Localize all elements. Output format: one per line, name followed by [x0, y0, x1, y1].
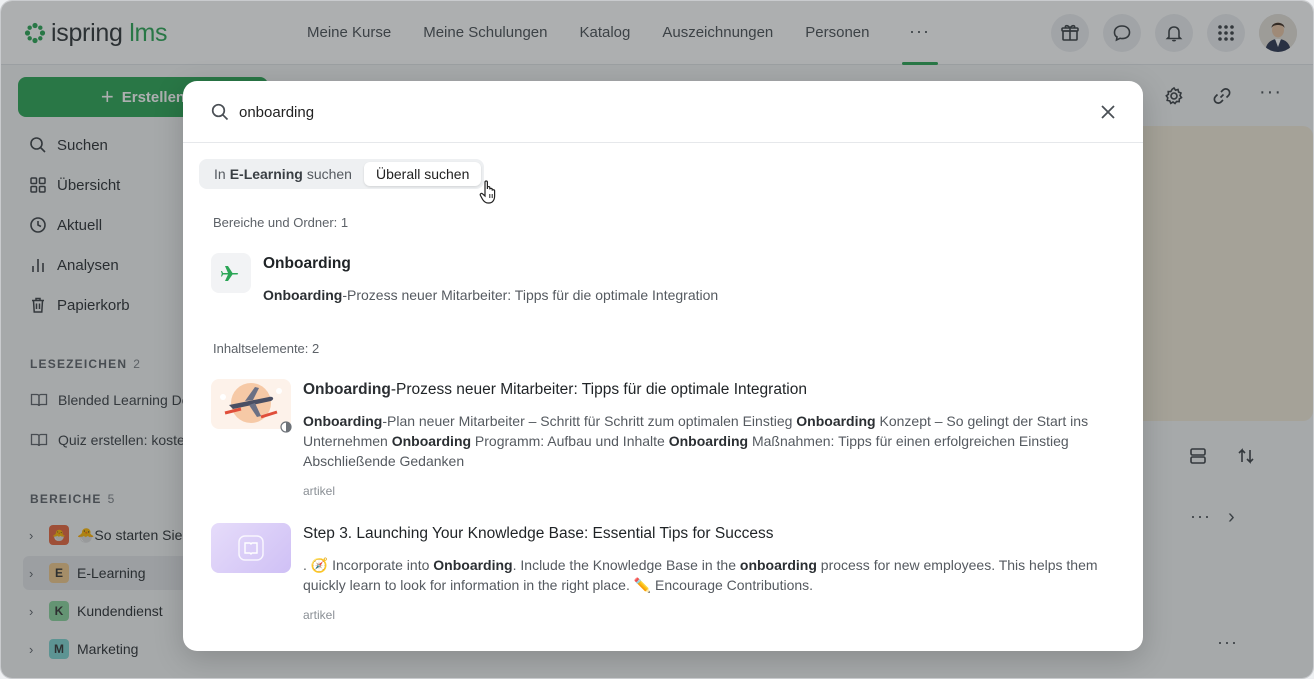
content-section-label: Inhaltselemente: 2: [213, 341, 320, 356]
folder-result-description: Onboarding-Prozess neuer Mitarbeiter: Ti…: [263, 287, 719, 303]
folder-result-icon: [211, 253, 251, 293]
content-result-title[interactable]: Step 3. Launching Your Knowledge Base: E…: [303, 525, 773, 543]
folder-result-title[interactable]: Onboarding: [263, 255, 351, 273]
search-scope-toggle: In E-Learning suchen Überall suchen: [199, 159, 485, 189]
search-input[interactable]: [239, 100, 1059, 124]
content-result-description: Onboarding-Plan neuer Mitarbeiter – Schr…: [303, 413, 1089, 469]
hand-cursor-icon: [479, 180, 496, 204]
scope-option-everywhere[interactable]: Überall suchen: [363, 162, 482, 186]
airplane-illustration-icon: [220, 383, 282, 423]
half-moon-status-icon: [280, 421, 292, 433]
result-thumbnail-knowledge-base: [211, 523, 291, 573]
result-thumbnail-airplane: [211, 379, 291, 429]
scope-option-e-learning[interactable]: In E-Learning suchen: [202, 162, 364, 186]
search-icon: [211, 103, 229, 121]
close-icon[interactable]: [1099, 103, 1117, 121]
app-window: ispring lms Meine Kurse Meine Schulungen…: [0, 0, 1314, 679]
content-result-type: artikel: [303, 608, 336, 622]
search-bar: [183, 81, 1143, 143]
content-result-type: artikel: [303, 484, 336, 498]
folders-section-label: Bereiche und Ordner: 1: [213, 215, 349, 230]
book-icon: [238, 535, 264, 561]
content-result-title[interactable]: Onboarding-Prozess neuer Mitarbeiter: Ti…: [303, 381, 807, 399]
content-result-description: . 🧭 Incorporate into Onboarding. Include…: [303, 557, 1098, 593]
airplane-icon: [221, 266, 239, 281]
search-modal: InE-Learningsuchen Überall suchen Bereic…: [183, 81, 1143, 651]
